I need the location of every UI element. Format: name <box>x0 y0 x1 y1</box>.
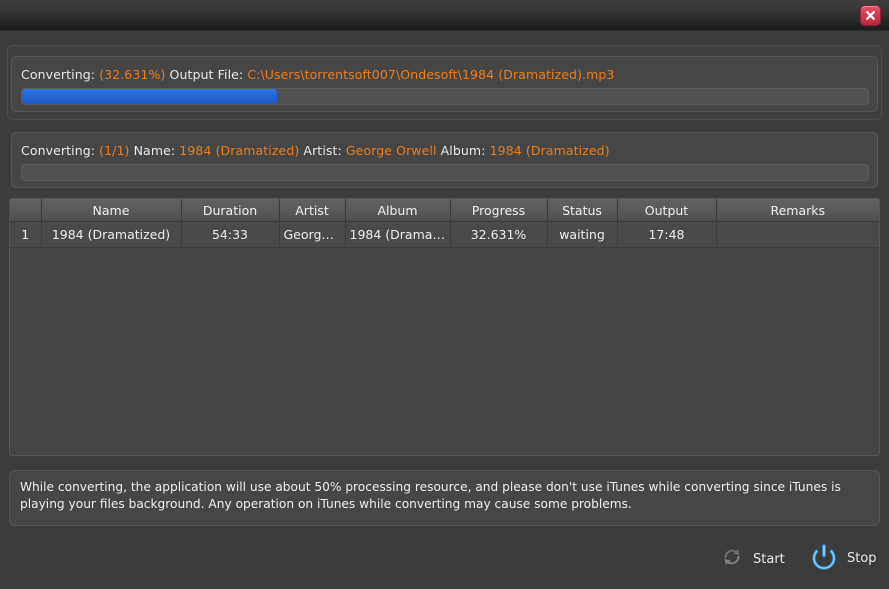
current-album-label: Album: <box>440 143 486 158</box>
table-header-row: Name Duration Artist Album Progress Stat… <box>10 199 879 222</box>
cell-progress: 32.631% <box>450 221 548 248</box>
column-header-duration[interactable]: Duration <box>181 199 280 222</box>
overall-progress-fill <box>22 89 278 104</box>
close-button[interactable] <box>860 5 881 26</box>
current-item-line: Converting: (1/1) Name: 1984 (Dramatized… <box>21 143 610 158</box>
file-list-panel[interactable]: Name Duration Artist Album Progress Stat… <box>9 198 880 456</box>
column-header-artist[interactable]: Artist <box>279 199 346 222</box>
power-icon <box>808 540 840 576</box>
table-row[interactable]: 1 1984 (Dramatized) 54:33 George O... 19… <box>10 221 879 248</box>
cell-output: 17:48 <box>617 221 717 248</box>
current-item-progress-bar <box>21 164 869 181</box>
column-header-remarks[interactable]: Remarks <box>716 199 879 222</box>
column-header-status[interactable]: Status <box>547 199 618 222</box>
overall-output-file-label: Output File: <box>169 67 244 82</box>
overall-converting-label: Converting: <box>21 67 96 82</box>
notice-text: While converting, the application will u… <box>20 480 841 511</box>
cell-index: 1 <box>10 221 42 248</box>
start-button[interactable]: Start <box>718 543 785 575</box>
column-header-album[interactable]: Album <box>345 199 451 222</box>
cell-duration: 54:33 <box>181 221 280 248</box>
refresh-arrows-icon <box>718 543 746 575</box>
column-header-progress[interactable]: Progress <box>450 199 548 222</box>
current-name: 1984 (Dramatized) <box>179 143 300 158</box>
column-header-output[interactable]: Output <box>617 199 717 222</box>
cell-status: waiting <box>547 221 618 248</box>
cell-artist: George O... <box>279 221 346 248</box>
current-item-groupbox: Converting: (1/1) Name: 1984 (Dramatized… <box>11 132 878 188</box>
notice-panel: While converting, the application will u… <box>9 470 880 526</box>
stop-button[interactable]: Stop <box>808 540 877 576</box>
column-header-name[interactable]: Name <box>41 199 182 222</box>
current-artist-label: Artist: <box>303 143 342 158</box>
file-list-table: Name Duration Artist Album Progress Stat… <box>10 199 879 248</box>
overall-progress-bar <box>21 88 869 105</box>
current-artist: George Orwell <box>345 143 437 158</box>
cell-name: 1984 (Dramatized) <box>41 221 182 248</box>
overall-output-path: C:\Users\torrentsoft007\Ondesoft\1984 (D… <box>247 67 615 82</box>
cell-album: 1984 (Dramatize... <box>345 221 451 248</box>
close-x-icon <box>865 10 876 21</box>
overall-percent: (32.631%) <box>99 67 166 82</box>
current-count: (1/1) <box>99 143 130 158</box>
current-converting-label: Converting: <box>21 143 96 158</box>
cell-remarks <box>716 221 879 248</box>
column-header-index[interactable] <box>10 199 42 222</box>
overall-progress-groupbox: Converting: (32.631%) Output File: C:\Us… <box>11 56 878 112</box>
application-window: Converting: (32.631%) Output File: C:\Us… <box>0 0 889 589</box>
stop-button-label: Stop <box>847 550 877 566</box>
overall-status-line: Converting: (32.631%) Output File: C:\Us… <box>21 67 615 82</box>
current-album: 1984 (Dramatized) <box>489 143 610 158</box>
title-bar <box>0 0 889 31</box>
start-button-label: Start <box>753 551 785 567</box>
current-name-label: Name: <box>133 143 176 158</box>
